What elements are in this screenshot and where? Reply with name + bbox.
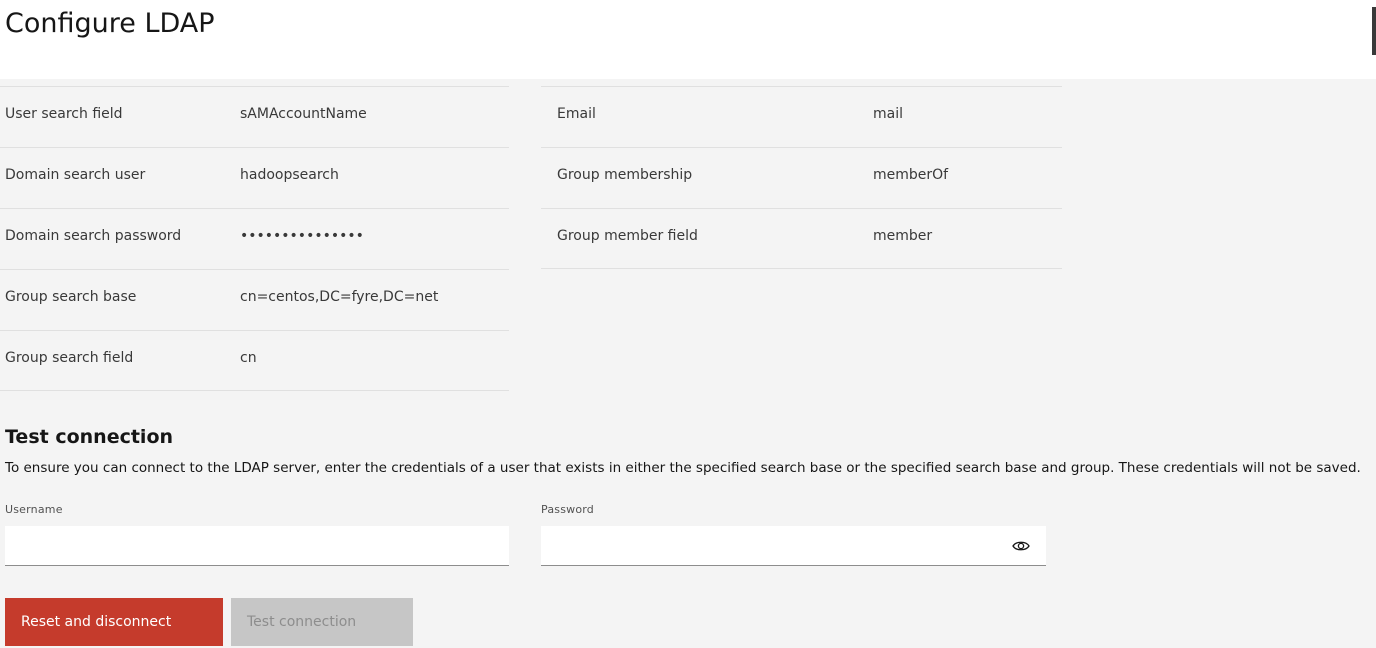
- setting-value: sAMAccountName: [240, 106, 367, 122]
- setting-value-masked: •••••••••••••••: [240, 228, 364, 244]
- page-title: Configure LDAP: [5, 8, 215, 39]
- settings-row: User search field sAMAccountName: [0, 86, 509, 147]
- setting-value: hadoopsearch: [240, 167, 339, 183]
- eye-icon[interactable]: [1012, 538, 1030, 554]
- setting-value: cn: [240, 350, 257, 366]
- settings-row: Group membership memberOf: [541, 147, 1062, 208]
- password-input[interactable]: [541, 526, 1046, 566]
- setting-label: Group member field: [557, 228, 698, 244]
- setting-value: cn=centos,DC=fyre,DC=net: [240, 289, 439, 305]
- test-connection-title: Test connection: [5, 426, 174, 448]
- username-label: Username: [5, 503, 63, 516]
- settings-row: Domain search password •••••••••••••••: [0, 208, 509, 269]
- setting-label: Group search field: [5, 350, 134, 366]
- username-input[interactable]: [5, 526, 509, 566]
- setting-label: Email: [557, 106, 596, 122]
- setting-label: Group search base: [5, 289, 137, 305]
- setting-label: Domain search user: [5, 167, 146, 183]
- scrollbar-thumb[interactable]: [1372, 7, 1376, 55]
- settings-row: Group search base cn=centos,DC=fyre,DC=n…: [0, 269, 509, 330]
- setting-value: member: [873, 228, 933, 244]
- settings-table-left: User search field sAMAccountName Domain …: [0, 86, 509, 391]
- test-connection-button[interactable]: Test connection: [231, 598, 413, 646]
- settings-row: Group search field cn: [0, 330, 509, 391]
- setting-value: memberOf: [873, 167, 949, 183]
- reset-disconnect-button[interactable]: Reset and disconnect: [5, 598, 223, 646]
- settings-row: Email mail: [541, 86, 1062, 147]
- test-connection-description: To ensure you can connect to the LDAP se…: [5, 460, 1361, 476]
- setting-label: User search field: [5, 106, 123, 122]
- settings-table-right: Email mail Group membership memberOf Gro…: [541, 86, 1062, 269]
- setting-value: mail: [873, 106, 903, 122]
- setting-label: Group membership: [557, 167, 693, 183]
- password-label: Password: [541, 503, 594, 516]
- page-header: Configure LDAP: [0, 0, 1376, 79]
- settings-row: Domain search user hadoopsearch: [0, 147, 509, 208]
- setting-label: Domain search password: [5, 228, 182, 244]
- settings-row: Group member field member: [541, 208, 1062, 269]
